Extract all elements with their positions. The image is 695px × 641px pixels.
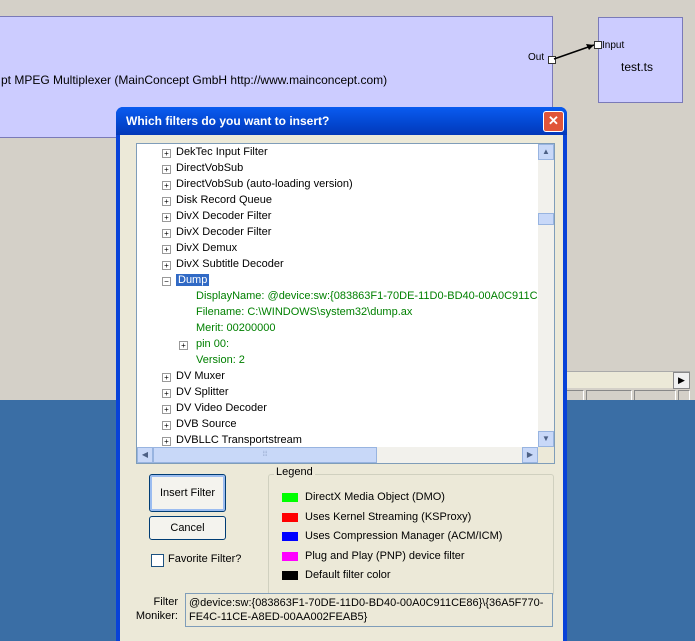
legend-item-label: DirectX Media Object (DMO)	[305, 491, 445, 503]
color-swatch	[282, 493, 298, 502]
dialog-title: Which filters do you want to insert?	[126, 114, 330, 128]
tree-item-label: Merit: 00200000	[196, 322, 276, 334]
expand-icon[interactable]: +	[162, 181, 171, 190]
expand-icon[interactable]: +	[162, 213, 171, 222]
horizontal-scroll-thumb[interactable]: ⦙⦙⦙	[153, 447, 377, 463]
scroll-right-icon[interactable]: ▶	[673, 372, 690, 389]
legend-item-label: Uses Compression Manager (ACM/ICM)	[305, 530, 503, 542]
tree-item-label: DV Video Decoder	[176, 402, 267, 414]
collapse-icon[interactable]: −	[162, 277, 171, 286]
expand-icon[interactable]: +	[162, 421, 171, 430]
scroll-down-icon[interactable]: ▼	[538, 431, 554, 447]
filter-moniker-label: Filter Moniker:	[135, 596, 178, 622]
legend-item-label: Plug and Play (PNP) device filter	[305, 549, 465, 562]
insert-filters-dialog: Which filters do you want to insert? ✕ +…	[116, 107, 567, 641]
filter-tree-rows: + DekTec Input Filter + DirectVobSub + Direct…	[137, 144, 538, 447]
expand-icon[interactable]: +	[162, 229, 171, 238]
tree-item-label: DV Muxer	[176, 370, 225, 382]
legend-item-label: Uses Kernel Streaming (KSProxy)	[305, 510, 472, 523]
tree-item-label: Filename: C:\WINDOWS\system32\dump.ax	[196, 306, 413, 318]
cancel-button[interactable]: Cancel	[149, 516, 226, 540]
tree-item-label: pin 00:	[196, 338, 230, 350]
color-swatch	[282, 571, 298, 580]
expand-icon[interactable]: +	[162, 245, 171, 254]
tree-item-label: DV Splitter	[176, 386, 229, 398]
expand-icon[interactable]: +	[162, 373, 171, 382]
input-pin-label: Input	[602, 40, 625, 51]
dialog-client-area: + DekTec Input Filter + DirectVobSub + Direct…	[120, 135, 563, 641]
graph-horizontal-scrollbar[interactable]: ▶	[564, 371, 690, 389]
tree-horizontal-scrollbar[interactable]: ◀ ⦙⦙⦙ ▶	[137, 447, 538, 463]
tree-item-label: DivX Demux	[176, 242, 238, 254]
insert-filter-button[interactable]: Insert Filter	[149, 474, 226, 512]
tree-vertical-scrollbar[interactable]: ▲ ▼	[538, 144, 554, 447]
tree-item-label: DirectVobSub (auto-loading version)	[176, 178, 353, 190]
tree-item-label: DVB Source	[176, 418, 237, 430]
legend-item-label: Default filter color	[305, 569, 391, 581]
tree-item-label: DekTec Input Filter	[176, 146, 268, 158]
expand-icon[interactable]: +	[162, 261, 171, 270]
scroll-left-icon[interactable]: ◀	[137, 447, 153, 463]
color-swatch	[282, 532, 298, 541]
favorite-filter-label: Favorite Filter?	[168, 553, 242, 565]
expand-icon[interactable]: +	[162, 437, 171, 446]
legend-group: DirectX Media Object (DMO) Uses Kernel St…	[268, 474, 554, 596]
scrollbar-corner	[538, 447, 554, 463]
tree-item-label: DVBLLC Transportstream	[176, 434, 302, 446]
dialog-titlebar[interactable]: Which filters do you want to insert? ✕	[116, 107, 567, 135]
filter-tree[interactable]: + DekTec Input Filter + DirectVobSub + Direct…	[136, 143, 555, 464]
expand-icon[interactable]: +	[162, 389, 171, 398]
tree-item-label: DivX Decoder Filter	[176, 210, 272, 222]
expand-icon[interactable]: +	[162, 149, 171, 158]
vertical-scroll-thumb[interactable]	[538, 213, 554, 225]
expand-icon[interactable]: +	[162, 405, 171, 414]
filter-moniker-field[interactable]: @device:sw:{083863F1-70DE-11D0-BD40-00A0…	[185, 593, 553, 627]
scroll-right-icon[interactable]: ▶	[522, 447, 538, 463]
expand-icon[interactable]: +	[179, 341, 188, 350]
legend-title: Legend	[274, 466, 315, 478]
scroll-up-icon[interactable]: ▲	[538, 144, 554, 160]
color-swatch	[282, 551, 298, 561]
test-ts-label: test.ts	[621, 60, 654, 74]
expand-icon[interactable]: +	[162, 165, 171, 174]
favorite-filter-checkbox[interactable]	[151, 554, 164, 567]
close-icon[interactable]: ✕	[543, 111, 564, 132]
test-ts-filter[interactable]: test.ts	[598, 17, 683, 103]
tree-item-label: Disk Record Queue	[176, 194, 272, 206]
tree-item-label: DisplayName: @device:sw:{083863F1-70DE-1…	[196, 290, 538, 302]
tree-item-label: DirectVobSub	[176, 162, 244, 174]
tree-item-label: Version: 2	[196, 354, 245, 366]
tree-item-label: DivX Subtitle Decoder	[176, 258, 284, 270]
expand-icon[interactable]: +	[162, 197, 171, 206]
input-pin[interactable]	[594, 41, 602, 49]
tree-item-label: Dump	[176, 274, 210, 286]
tree-item-label: DivX Decoder Filter	[176, 226, 272, 238]
color-swatch	[282, 512, 298, 522]
